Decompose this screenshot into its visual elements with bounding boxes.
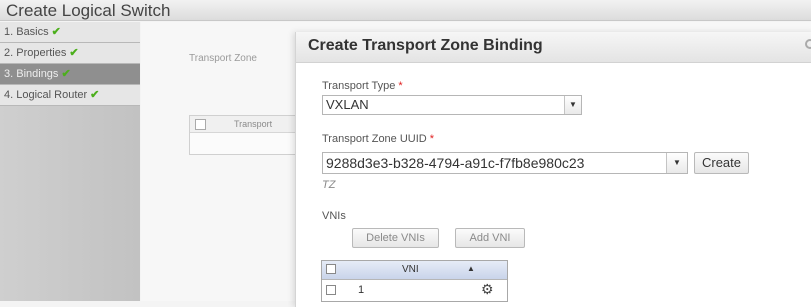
- wizard-title: Create Logical Switch: [0, 0, 811, 21]
- check-icon: ✔: [69, 47, 79, 59]
- chevron-down-icon[interactable]: ▼: [666, 153, 687, 173]
- vni-table: VNI ▲ 1 ⚙: [321, 260, 508, 302]
- step-properties[interactable]: 2. Properties ✔: [0, 43, 140, 64]
- dialog-title: Create Transport Zone Binding: [308, 37, 543, 54]
- close-icon[interactable]: [805, 39, 811, 49]
- check-icon: ✔: [61, 68, 71, 80]
- column-header-transport: Transport: [234, 119, 273, 129]
- bindings-table-header: Transport: [190, 116, 300, 133]
- wizard-steps: 1. Basics ✔ 2. Properties ✔ 3. Bindings ✔ 4…: [0, 22, 140, 301]
- transport-zone-uuid-value: 9288d3e3-b328-4794-a91c-f7fb8e980c23: [326, 155, 585, 171]
- vni-table-header: VNI ▲: [322, 261, 507, 280]
- select-all-checkbox[interactable]: [326, 264, 336, 274]
- required-mark: *: [429, 133, 435, 145]
- dialog-header: Create Transport Zone Binding: [296, 32, 811, 63]
- transport-zone-hint: TZ: [322, 179, 336, 191]
- step-label: 3. Bindings: [4, 68, 59, 80]
- transport-zone-label: Transport Zone: [189, 53, 257, 64]
- check-icon: ✔: [51, 26, 61, 38]
- sort-ascending-icon[interactable]: ▲: [467, 264, 475, 273]
- vnis-label: VNIs: [322, 210, 346, 222]
- transport-zone-uuid-label: Transport Zone UUID *: [322, 133, 434, 145]
- check-icon: ✔: [90, 89, 100, 101]
- step-logical-router[interactable]: 4. Logical Router ✔: [0, 85, 140, 106]
- table-row[interactable]: 1 ⚙: [322, 280, 507, 300]
- step-label: 4. Logical Router: [4, 89, 88, 101]
- step-bindings[interactable]: 3. Bindings ✔: [0, 64, 140, 85]
- transport-type-label-text: Transport Type: [322, 80, 396, 92]
- select-all-checkbox[interactable]: [195, 119, 206, 130]
- step-label: 2. Properties: [4, 47, 67, 59]
- step-label: 1. Basics: [4, 26, 49, 38]
- create-transport-zone-binding-dialog: Create Transport Zone Binding Transport …: [295, 32, 811, 307]
- step-basics[interactable]: 1. Basics ✔: [0, 22, 140, 43]
- column-header-vni[interactable]: VNI: [402, 264, 419, 275]
- create-button[interactable]: Create: [694, 152, 749, 174]
- bindings-table: Transport: [189, 115, 301, 155]
- vni-value: 1: [358, 284, 365, 296]
- required-mark: *: [398, 80, 403, 92]
- transport-zone-uuid-label-text: Transport Zone UUID: [322, 133, 427, 145]
- transport-type-select[interactable]: VXLAN ▼: [322, 95, 582, 115]
- add-vni-button[interactable]: Add VNI: [455, 228, 525, 248]
- transport-type-value: VXLAN: [326, 97, 369, 112]
- delete-vnis-button[interactable]: Delete VNIs: [352, 228, 439, 248]
- transport-zone-uuid-select[interactable]: 9288d3e3-b328-4794-a91c-f7fb8e980c23 ▼: [322, 152, 688, 174]
- row-checkbox[interactable]: [326, 285, 336, 295]
- gear-icon[interactable]: ⚙: [481, 282, 495, 296]
- chevron-down-icon[interactable]: ▼: [564, 96, 581, 114]
- transport-type-label: Transport Type *: [322, 80, 403, 92]
